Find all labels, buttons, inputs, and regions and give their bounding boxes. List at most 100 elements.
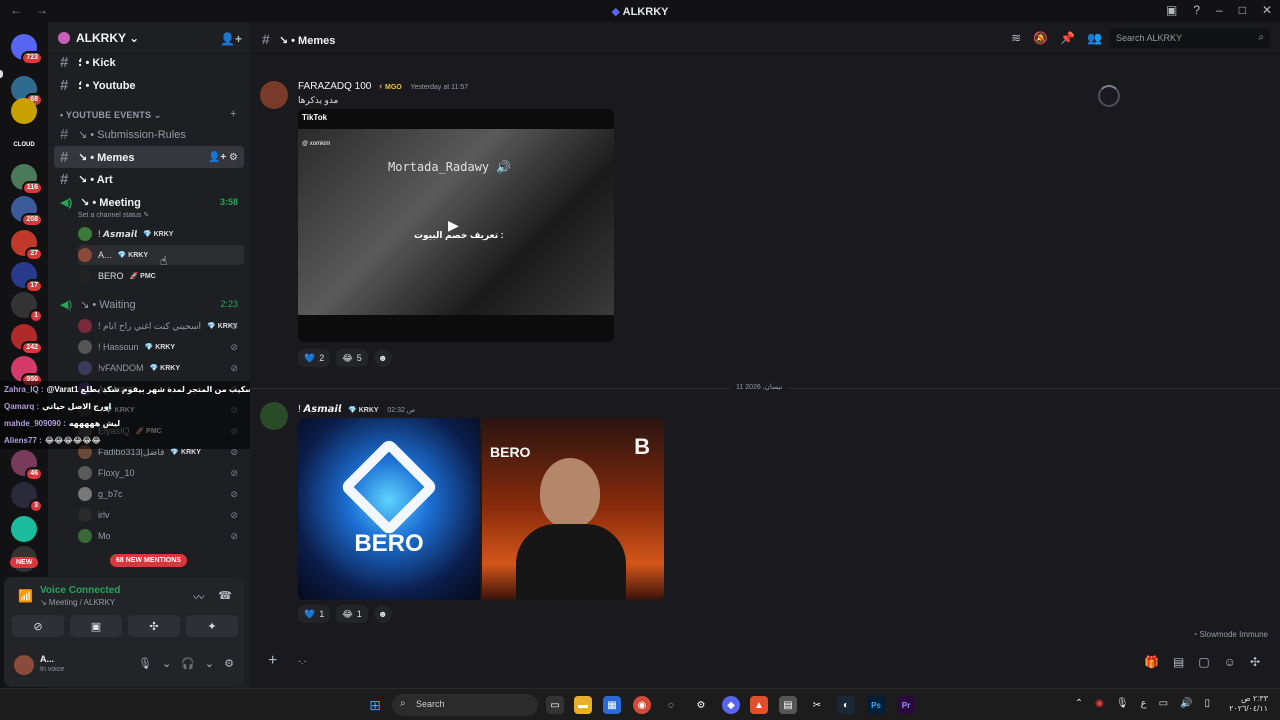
signal-icon[interactable]: 📶 (18, 589, 33, 603)
microphone-icon[interactable]: 🎙 (1116, 698, 1129, 709)
image-attachment-bero-portrait[interactable]: BERO B (482, 418, 664, 600)
server-icon[interactable]: 3 (11, 482, 43, 513)
message-input[interactable]: -.- (298, 656, 307, 666)
voice-location[interactable]: ↘ Meeting / ALKRKY (40, 598, 115, 607)
activities-button[interactable]: ✣ (128, 615, 180, 637)
windows-start-icon[interactable]: ⊞ (366, 696, 384, 714)
server-icon[interactable]: 46 (11, 450, 43, 481)
battery-icon[interactable]: ▯ (1204, 698, 1210, 709)
member-list-icon[interactable]: 👥 (1087, 31, 1102, 45)
category-youtube-events[interactable]: • YOUTUBE EVENTS ⌄ (60, 110, 162, 121)
voice-user[interactable]: Mo ⊘ (78, 526, 244, 546)
record-icon[interactable]: ◉ (1095, 698, 1104, 709)
avatar[interactable] (260, 81, 288, 109)
brave-icon[interactable]: ▲ (750, 696, 768, 714)
channel-status[interactable]: Set a channel status ✎ (78, 211, 149, 219)
channel-settings-icons[interactable]: 👤+ ⚙ (208, 152, 238, 163)
server-icon[interactable]: 116 (11, 164, 43, 195)
camera-button[interactable]: ⊘ (12, 615, 64, 637)
noise-suppression-icon[interactable]: 〰 (193, 589, 204, 605)
user-name[interactable]: A... (40, 654, 54, 664)
server-icon[interactable]: 17 (11, 262, 43, 293)
notification-bell-icon[interactable]: 🔕 (1033, 31, 1048, 45)
task-view-icon[interactable]: ▭ (546, 696, 564, 714)
avatar[interactable] (260, 402, 288, 430)
channel-art[interactable]: # ↘ • Art (54, 168, 244, 190)
gif-icon[interactable]: ▤ (1173, 655, 1184, 669)
voice-user[interactable]: ! اسحبني كنت اغني راح انام 💎 KRKY ⊘ (78, 316, 244, 336)
server-icon[interactable]: CLOUD (11, 132, 37, 158)
create-channel-icon[interactable]: + (230, 108, 236, 120)
voice-user[interactable]: ! 𝘼𝙨𝙢𝙖𝙞𝙡 💎 KRKY (78, 224, 244, 244)
microphone-icon[interactable]: 🎙 (138, 657, 152, 670)
message-author[interactable]: FARAZADQ 100 ⚡ MGO Yesterday at 11:57 (298, 81, 468, 92)
guild-header[interactable]: ALKRKY ⌄ 👤+ (48, 22, 250, 54)
threads-icon[interactable]: ≋ (1011, 31, 1021, 45)
add-reaction-button[interactable]: ☻ (373, 349, 392, 367)
new-mentions-button[interactable]: 68 NEW MENTIONS (110, 554, 187, 567)
maximize-button[interactable]: □ (1239, 3, 1246, 17)
voice-status[interactable]: Voice Connected (40, 585, 120, 596)
headphones-icon[interactable]: 🎧 (181, 657, 195, 670)
server-icon[interactable]: 950 (11, 356, 43, 387)
disconnect-icon[interactable]: ☎ (218, 589, 232, 605)
gift-icon[interactable]: 🎁 (1144, 655, 1159, 669)
reaction-laugh[interactable]: 😂 5 (336, 349, 368, 367)
channel-youtube[interactable]: # ؛ • Youtube (54, 74, 244, 96)
reaction-laugh[interactable]: 😂 1 (336, 605, 368, 623)
avatar[interactable] (14, 655, 34, 675)
capcut-icon[interactable]: ✂ (808, 696, 826, 714)
volume-icon[interactable]: 🔊 (1180, 698, 1192, 709)
store-icon[interactable]: ▦ (603, 696, 621, 714)
new-badge[interactable]: NEW (10, 557, 39, 568)
steam-icon[interactable]: ⚙ (692, 696, 710, 714)
reaction-heart[interactable]: 💙 1 (298, 605, 331, 623)
discord-taskbar-icon[interactable]: ◆ (722, 696, 740, 714)
image-attachment-bero-logo[interactable]: BERO (298, 418, 480, 600)
inbox-icon[interactable]: ▣ (1166, 3, 1177, 17)
minimize-button[interactable]: – (1216, 3, 1223, 17)
server-icon[interactable] (11, 516, 37, 542)
server-icon[interactable]: 1 (11, 292, 43, 323)
taskbar-clock[interactable]: ٢:٣٣ ص ٢٠٢٦/٠٤/١١ (1229, 694, 1268, 714)
soundboard-button[interactable]: ✦ (186, 615, 238, 637)
chevron-up-icon[interactable]: ⌃ (1075, 698, 1083, 709)
taskbar-search[interactable]: ⌕ Search (392, 694, 538, 716)
channel-kick[interactable]: # ؛ • Kick (54, 51, 244, 73)
server-icon[interactable]: 723 (11, 34, 43, 65)
voice-user[interactable]: !vFANDOM 💎 KRKY ⊘ (78, 358, 244, 378)
close-button[interactable]: ✕ (1262, 3, 1272, 17)
reaction-heart[interactable]: 💙 2 (298, 349, 331, 367)
search-input[interactable]: Search ALKRKY ⌕ (1110, 28, 1270, 48)
channel-memes[interactable]: # ↘ • Memes 👤+ ⚙ (54, 146, 244, 168)
message-author[interactable]: ! 𝘼𝙨𝙢𝙖𝙞𝙡 💎 KRKY 02:32 ص (298, 404, 415, 415)
emoji-icon[interactable]: ☺ (1224, 655, 1236, 669)
chrome-icon[interactable]: ◉ (633, 696, 651, 714)
steam-client-icon[interactable]: ◐ (837, 696, 855, 714)
help-icon[interactable]: ? (1193, 3, 1200, 17)
language-indicator[interactable]: ع (1141, 698, 1147, 709)
server-icon[interactable]: 208 (11, 196, 43, 227)
voice-user[interactable]: g_b7c ⊘ (78, 484, 244, 504)
server-icon[interactable]: 242 (11, 324, 43, 355)
sticker-icon[interactable]: ▢ (1198, 655, 1209, 669)
add-reaction-button[interactable]: ☻ (373, 605, 392, 623)
voice-user[interactable]: ! Hassoun 💎 KRKY ⊘ (78, 337, 244, 357)
apps-icon[interactable]: ✣ (1250, 655, 1260, 669)
server-icon[interactable]: 27 (11, 230, 43, 261)
voice-user[interactable]: Floxy_10 ⊘ (78, 463, 244, 483)
voice-channel-waiting[interactable]: ◀) ↘ • Waiting 2:23 (54, 293, 244, 315)
screen-share-button[interactable]: ▣ (70, 615, 122, 637)
message-composer[interactable]: + -.- 🎁 ▤ ▢ ☺ ✣ (260, 648, 1270, 678)
photoshop-icon[interactable]: Ps (867, 696, 885, 714)
premiere-icon[interactable]: Pr (897, 696, 915, 714)
chevron-down-icon[interactable]: ⌄ (205, 657, 214, 670)
channel-submission-rules[interactable]: # ↘ • Submission-Rules (54, 123, 244, 145)
voice-channel-meeting[interactable]: ◀) ↘ • Meeting 3:58 (54, 191, 244, 213)
chevron-down-icon[interactable]: ⌄ (162, 657, 171, 670)
video-embed[interactable]: TikTok @ xomkim Mortada_Radawy 🔊 ▶ تعريف… (298, 109, 614, 342)
pin-icon[interactable]: 📌 (1060, 31, 1075, 45)
file-explorer-icon[interactable]: ▬ (574, 696, 592, 714)
invite-people-icon[interactable]: 👤+ (220, 32, 242, 46)
voice-user[interactable]: irlv ⊘ (78, 505, 244, 525)
